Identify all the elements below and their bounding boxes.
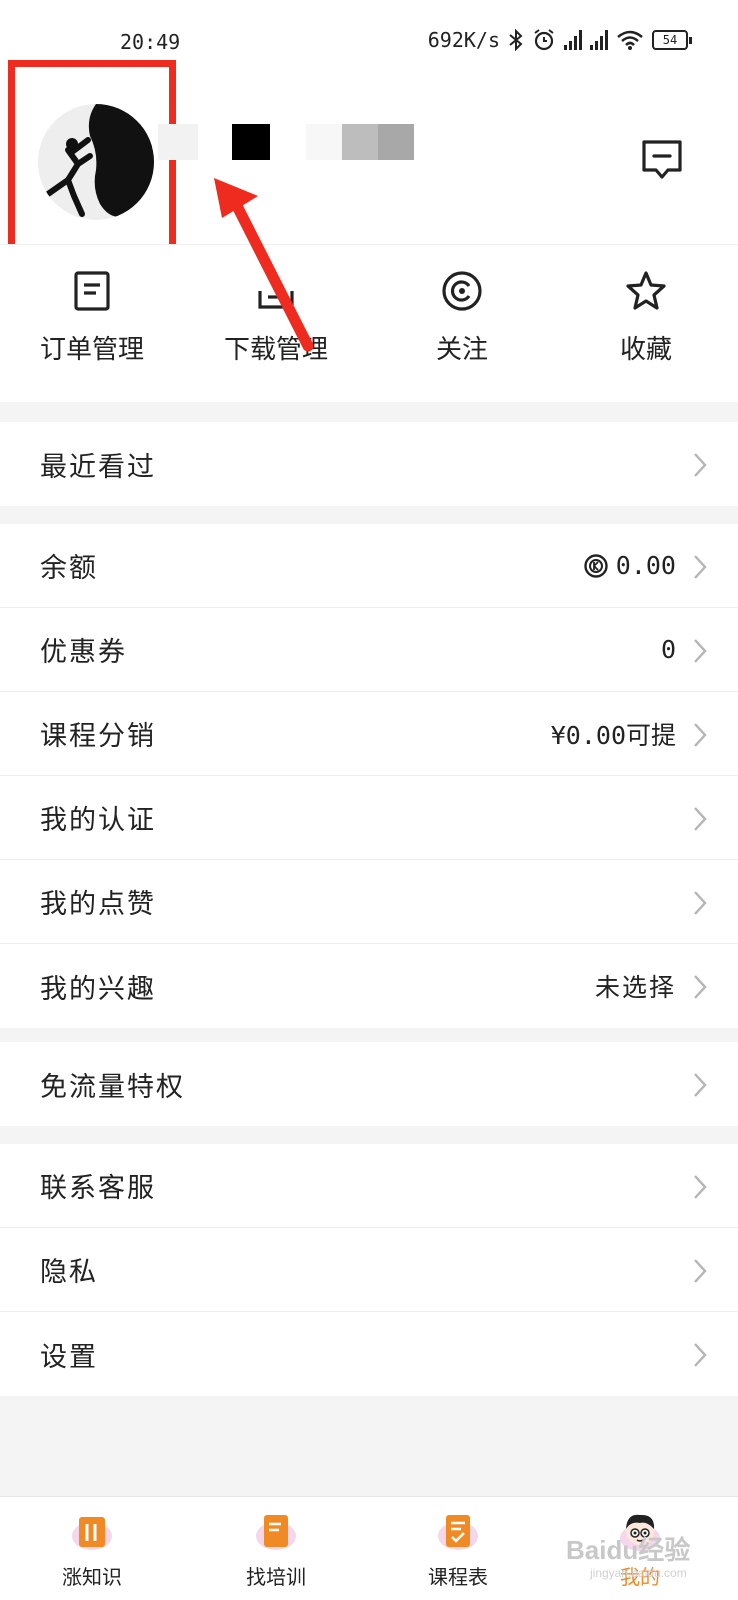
quick-item-downloads[interactable]: 下载管理 — [206, 269, 346, 366]
menu-row-label: 我的认证 — [40, 805, 156, 836]
watermark: Baidu经验 — [566, 1535, 691, 1565]
menu-row-label: 联系客服 — [40, 1173, 156, 1204]
quick-item-follow[interactable]: 关注 — [392, 269, 532, 366]
alarm-icon — [534, 29, 554, 51]
schedule-icon — [438, 1515, 478, 1550]
interests-value: 未选择 — [594, 973, 676, 1002]
bluetooth-icon — [509, 29, 523, 51]
username-blur — [342, 124, 378, 160]
training-icon — [256, 1515, 296, 1550]
menu-row-label: 隐私 — [40, 1257, 98, 1288]
menu-row-likes[interactable]: 我的点赞 — [0, 860, 738, 944]
chevron-right-icon — [694, 1259, 707, 1283]
menu-row-settings[interactable]: 设置 — [0, 1312, 738, 1396]
chevron-right-icon — [694, 1073, 707, 1097]
menu-row-coupons[interactable]: 优惠券 0 — [0, 608, 738, 692]
menu-group-account: 余额 0.00 优惠券 0 课程分销 ¥0.00可提 我的认证 我的点赞 我的兴… — [0, 524, 738, 1028]
tab-knowledge[interactable]: 涨知识 — [32, 1509, 152, 1590]
profile-header — [0, 60, 738, 260]
signal-icon-2 — [590, 30, 608, 50]
chevron-right-icon — [694, 453, 707, 477]
quick-item-label: 订单管理 — [39, 335, 144, 365]
quick-item-label: 下载管理 — [223, 335, 328, 365]
star-icon — [626, 271, 666, 310]
username-blur — [306, 124, 342, 160]
tab-schedule[interactable]: 课程表 — [398, 1509, 518, 1590]
menu-row-label: 余额 — [40, 553, 98, 584]
menu-row-label: 我的兴趣 — [40, 973, 156, 1005]
menu-row-contact[interactable]: 联系客服 — [0, 1144, 738, 1228]
menu-row-interests[interactable]: 我的兴趣 未选择 — [0, 944, 738, 1028]
menu-row-label: 课程分销 — [40, 721, 156, 752]
menu-row-label: 免流量特权 — [40, 1071, 185, 1103]
quick-item-favorites[interactable]: 收藏 — [576, 269, 716, 366]
watermark-url: jingyan.baidu.com — [590, 1566, 687, 1580]
quick-item-label: 关注 — [435, 335, 488, 365]
signal-icon — [564, 30, 582, 50]
menu-row-data-privilege[interactable]: 免流量特权 — [0, 1042, 738, 1126]
coupon-count: 0 — [660, 635, 676, 664]
menu-group-recent: 最近看过 — [0, 422, 738, 506]
follow-icon — [442, 271, 482, 311]
chevron-right-icon — [694, 975, 707, 999]
chevron-right-icon — [694, 891, 707, 915]
tab-label: 涨知识 — [62, 1565, 122, 1589]
chevron-right-icon — [694, 807, 707, 831]
tab-label: 课程表 — [428, 1565, 488, 1589]
menu-row-label: 优惠券 — [40, 637, 127, 668]
menu-group-support: 联系客服 隐私 设置 — [0, 1144, 738, 1396]
menu-row-privacy[interactable]: 隐私 — [0, 1228, 738, 1312]
chevron-right-icon — [694, 1343, 707, 1367]
status-time: 20:49 — [120, 30, 181, 54]
coin-icon — [584, 553, 608, 578]
wifi-icon — [617, 30, 643, 50]
menu-row-balance[interactable]: 余额 0.00 — [0, 524, 738, 608]
tab-label: 找培训 — [246, 1565, 306, 1589]
tab-training[interactable]: 找培训 — [216, 1509, 336, 1590]
quick-actions: 订单管理 下载管理 关注 收藏 — [0, 244, 738, 402]
battery-icon: 54 — [652, 30, 692, 50]
menu-group-privilege: 免流量特权 — [0, 1042, 738, 1126]
menu-row-label: 我的点赞 — [40, 889, 156, 920]
menu-row-recent[interactable]: 最近看过 — [0, 422, 738, 506]
menu-row-distribution[interactable]: 课程分销 ¥0.00可提 — [0, 692, 738, 776]
chevron-right-icon — [694, 555, 707, 579]
knowledge-icon — [72, 1517, 112, 1550]
status-icons: 692K/s 54 — [427, 28, 692, 52]
chevron-right-icon — [694, 723, 707, 747]
message-icon[interactable] — [636, 134, 688, 186]
chevron-right-icon — [694, 1175, 707, 1199]
download-icon — [258, 291, 294, 309]
balance-amount: 0.00 — [615, 551, 676, 580]
chevron-right-icon — [694, 639, 707, 663]
quick-item-label: 收藏 — [619, 335, 672, 365]
menu-row-certification[interactable]: 我的认证 — [0, 776, 738, 860]
order-icon — [74, 271, 110, 311]
annotation-box — [8, 60, 176, 260]
balance-value: 0.00 — [584, 551, 676, 580]
quick-item-orders[interactable]: 订单管理 — [22, 269, 162, 366]
username-blur — [232, 124, 270, 160]
distribution-value: ¥0.00可提 — [550, 720, 676, 750]
username-blur — [378, 124, 414, 160]
menu-row-label: 设置 — [40, 1341, 98, 1373]
network-speed: 692K/s — [427, 28, 500, 52]
username-blur — [158, 124, 198, 160]
menu-row-label: 最近看过 — [40, 451, 156, 483]
